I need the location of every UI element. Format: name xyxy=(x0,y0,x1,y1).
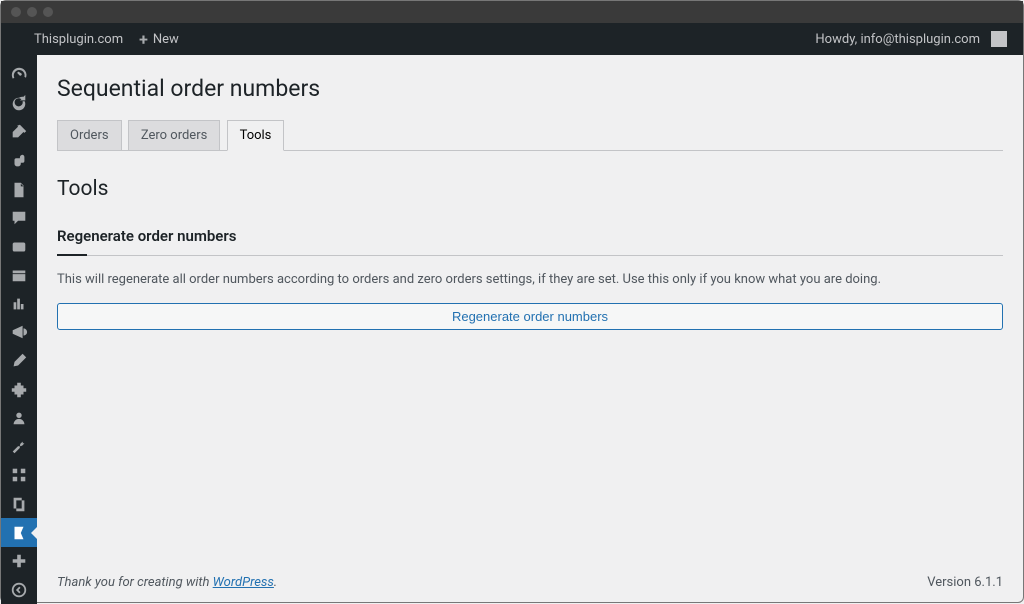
admin-footer: Thank you for creating with WordPress. V… xyxy=(57,563,1003,604)
content-area: Sequential order numbers Orders Zero ord… xyxy=(37,55,1023,604)
greeting-label: Howdy, info@thisplugin.com xyxy=(815,32,980,47)
admin-sidebar xyxy=(1,55,37,604)
footer-thanks-suffix: . xyxy=(274,575,277,590)
new-label: New xyxy=(153,32,179,47)
sidebar-collapse[interactable] xyxy=(1,575,37,604)
footer-thanks-prefix: Thank you for creating with xyxy=(57,575,213,590)
window-zoom-dot[interactable] xyxy=(43,7,53,17)
wp-logo-menu[interactable] xyxy=(5,23,21,55)
sub-heading: Regenerate order numbers xyxy=(57,227,1003,256)
account-menu[interactable]: Howdy, info@thisplugin.com xyxy=(807,23,1015,55)
sidebar-item-plugins[interactable] xyxy=(1,375,37,404)
window-close-dot[interactable] xyxy=(11,7,21,17)
sidebar-item-updates[interactable] xyxy=(1,90,37,119)
sidebar-item-posts[interactable] xyxy=(1,118,37,147)
tab-orders[interactable]: Orders xyxy=(57,120,122,151)
sidebar-item-tools[interactable] xyxy=(1,433,37,462)
site-menu[interactable]: Thisplugin.com xyxy=(21,23,131,55)
sidebar-item-users[interactable] xyxy=(1,404,37,433)
footer-version: Version 6.1.1 xyxy=(927,575,1003,590)
section-heading: Tools xyxy=(57,177,1003,201)
sidebar-item-woocommerce[interactable] xyxy=(1,232,37,261)
footer-wordpress-link[interactable]: WordPress xyxy=(213,575,274,590)
tab-zero-orders[interactable]: Zero orders xyxy=(128,120,221,151)
sidebar-item-marketing[interactable] xyxy=(1,318,37,347)
sidebar-item-generic1[interactable] xyxy=(1,490,37,519)
footer-thanks: Thank you for creating with WordPress. xyxy=(57,575,277,590)
sidebar-item-dashboard[interactable] xyxy=(1,61,37,90)
tab-tools[interactable]: Tools xyxy=(227,120,285,151)
window-minimize-dot[interactable] xyxy=(27,7,37,17)
description-text: This will regenerate all order numbers a… xyxy=(57,272,1003,287)
tabs: Orders Zero orders Tools xyxy=(57,120,1003,151)
sidebar-item-analytics[interactable] xyxy=(1,290,37,319)
avatar xyxy=(991,31,1007,47)
window-titlebar xyxy=(1,1,1023,23)
sidebar-item-media[interactable] xyxy=(1,147,37,176)
sidebar-item-comments[interactable] xyxy=(1,204,37,233)
sidebar-item-appearance[interactable] xyxy=(1,347,37,376)
new-content-menu[interactable]: + New xyxy=(131,23,187,55)
plus-icon: + xyxy=(139,30,148,49)
sidebar-item-generic2[interactable] xyxy=(1,547,37,576)
sidebar-item-pages[interactable] xyxy=(1,175,37,204)
sidebar-item-sequential-orders[interactable] xyxy=(1,518,37,547)
page-title: Sequential order numbers xyxy=(57,65,1003,108)
admin-bar: Thisplugin.com + New Howdy, info@thisplu… xyxy=(1,23,1023,55)
regenerate-button[interactable]: Regenerate order numbers xyxy=(57,303,1003,330)
sidebar-item-products[interactable] xyxy=(1,261,37,290)
site-name-label: Thisplugin.com xyxy=(34,32,123,47)
sidebar-item-settings[interactable] xyxy=(1,461,37,490)
